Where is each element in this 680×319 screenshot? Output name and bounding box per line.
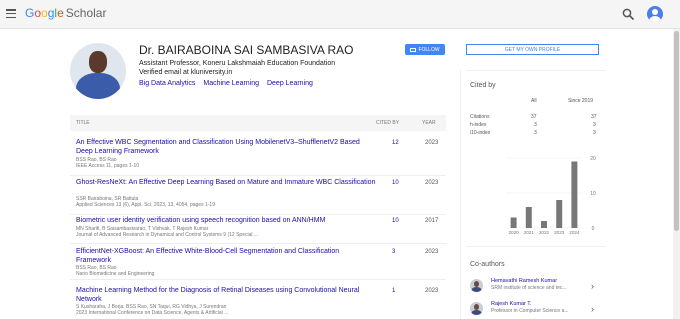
chart-x-tick-label: 2022	[539, 230, 550, 235]
article-venue: Nano Biomedicine and Engineering	[76, 271, 155, 277]
coauthor-name[interactable]: Rajesh Kumar T.	[491, 301, 532, 307]
article-venue: Journal of Advanced Research in Dynamica…	[76, 232, 259, 238]
chart-y-tick-label: 0	[592, 226, 595, 232]
cited-by-count[interactable]: 3	[392, 249, 395, 255]
stats-col-since: Since 2019	[568, 98, 594, 104]
coauthor-item[interactable]: Rajesh Kumar T. Professor in Computer Sc…	[470, 300, 600, 318]
coauthor-item[interactable]: Hemavathi Ramesh Kumar SRM institute of …	[470, 277, 600, 295]
account-avatar-icon[interactable]	[647, 6, 663, 22]
stat-all: 37	[531, 114, 537, 120]
stat-since: 37	[591, 114, 597, 120]
scrollbar[interactable]	[673, 29, 680, 319]
chevron-right-icon[interactable]: ›	[591, 304, 594, 314]
article-venue: IEEE Access 11, pages 1-10	[76, 163, 140, 169]
follow-button[interactable]: FOLLOW	[405, 44, 445, 55]
table-row: Machine Learning Method for the Diagnosi…	[70, 286, 446, 319]
scrollbar-thumb[interactable]	[674, 31, 679, 231]
column-divider	[460, 70, 461, 319]
profile-email: Verified email at kluniversity.in	[139, 69, 233, 76]
article-venue: Applied Sciences 13 (6), Appl. Sci. 2023…	[76, 202, 215, 208]
divider	[466, 246, 606, 247]
chart-x-tick-label: 2023	[554, 230, 565, 235]
year-column-header[interactable]: YEAR	[422, 120, 436, 126]
cited-by-count[interactable]: 1	[392, 288, 395, 294]
stat-since: 3	[593, 130, 596, 136]
hamburger-menu-icon[interactable]	[6, 9, 16, 18]
cited-by-count[interactable]: 10	[392, 218, 399, 224]
divider	[466, 70, 606, 71]
cited-by-heading: Cited by	[470, 82, 496, 89]
stat-label: h-index	[470, 122, 487, 128]
coauthor-affiliation: Professor in Computer Science a...	[491, 308, 569, 314]
stat-label: i10-index	[470, 130, 491, 136]
coauthor-avatar	[470, 279, 483, 292]
interest-link[interactable]: Deep Learning	[267, 80, 313, 87]
article-year: 2023	[425, 140, 439, 146]
chart-bar-2023[interactable]	[556, 200, 563, 228]
coauthor-avatar	[470, 302, 483, 315]
profile-photo	[70, 43, 126, 99]
cited-by-count[interactable]: 12	[392, 140, 399, 146]
table-row: Biometric user identity verification usi…	[70, 216, 446, 244]
article-year: 2017	[425, 218, 439, 224]
table-row: An Effective WBC Segmentation and Classi…	[70, 138, 446, 176]
stat-since: 3	[593, 122, 596, 128]
stats-col-all: All	[531, 98, 537, 104]
chart-x-tick-label: 2024	[569, 230, 580, 235]
chart-x-tick-label: 2020	[508, 230, 519, 235]
envelope-icon	[410, 47, 417, 52]
article-title-link[interactable]: An Effective WBC Segmentation and Classi…	[76, 138, 376, 156]
articles-table-header: TITLE CITED BY YEAR	[70, 115, 446, 131]
article-title-link[interactable]: Biometric user identity verification usi…	[76, 216, 376, 225]
chart-bar-2024[interactable]	[571, 161, 578, 229]
citations-bar-chart: 20 10 0 2020 2021 2022 2023 2024	[506, 156, 596, 235]
chart-y-tick-label: 10	[590, 191, 596, 197]
article-title-link[interactable]: Machine Learning Method for the Diagnosi…	[76, 286, 376, 304]
top-bar: Google Scholar	[0, 0, 680, 29]
chevron-right-icon[interactable]: ›	[591, 281, 594, 291]
coauthor-name[interactable]: Hemavathi Ramesh Kumar	[491, 278, 557, 284]
article-year: 2023	[425, 180, 439, 186]
chart-bar-2022[interactable]	[541, 221, 547, 228]
chart-bar-2021[interactable]	[525, 207, 532, 228]
article-title-link[interactable]: Ghost-ResNeXt: An Effective Deep Learnin…	[76, 178, 376, 187]
coauthor-affiliation: SRM institute of science and tec...	[491, 285, 567, 291]
table-row: Ghost-ResNeXt: An Effective Deep Learnin…	[70, 178, 446, 215]
article-year: 2023	[425, 288, 439, 294]
article-title-link[interactable]: EfficientNet-XGBoost: An Effective White…	[76, 247, 376, 265]
table-row: EfficientNet-XGBoost: An Effective White…	[70, 247, 446, 280]
chart-y-tick-label: 20	[590, 156, 596, 162]
profile-affiliation: Assistant Professor, Koneru Lakshmaiah E…	[139, 60, 336, 67]
stat-label: Citations	[470, 114, 490, 120]
article-venue: 2023 International Conference on Data Sc…	[76, 310, 229, 316]
chart-bar-2020[interactable]	[510, 217, 517, 229]
profile-name: Dr. BAIRABOINA SAI SAMBASIVA RAO	[139, 43, 354, 57]
research-interests: Big Data Analytics Machine Learning Deep…	[139, 80, 319, 87]
stat-all: 3	[534, 122, 537, 128]
cited-by-column-header[interactable]: CITED BY	[376, 120, 399, 126]
title-column-header[interactable]: TITLE	[76, 120, 90, 126]
interest-link[interactable]: Big Data Analytics	[139, 80, 195, 87]
search-icon[interactable]	[622, 8, 635, 21]
chart-x-tick-label: 2021	[524, 230, 535, 235]
cited-by-count[interactable]: 10	[392, 180, 399, 186]
article-year: 2023	[425, 249, 439, 255]
interest-link[interactable]: Machine Learning	[203, 80, 259, 87]
get-my-own-profile-button[interactable]: GET MY OWN PROFILE	[466, 44, 599, 55]
stat-all: 3	[534, 130, 537, 136]
google-scholar-logo[interactable]: Google Scholar	[25, 6, 106, 20]
coauthors-heading: Co-authors	[470, 261, 505, 268]
